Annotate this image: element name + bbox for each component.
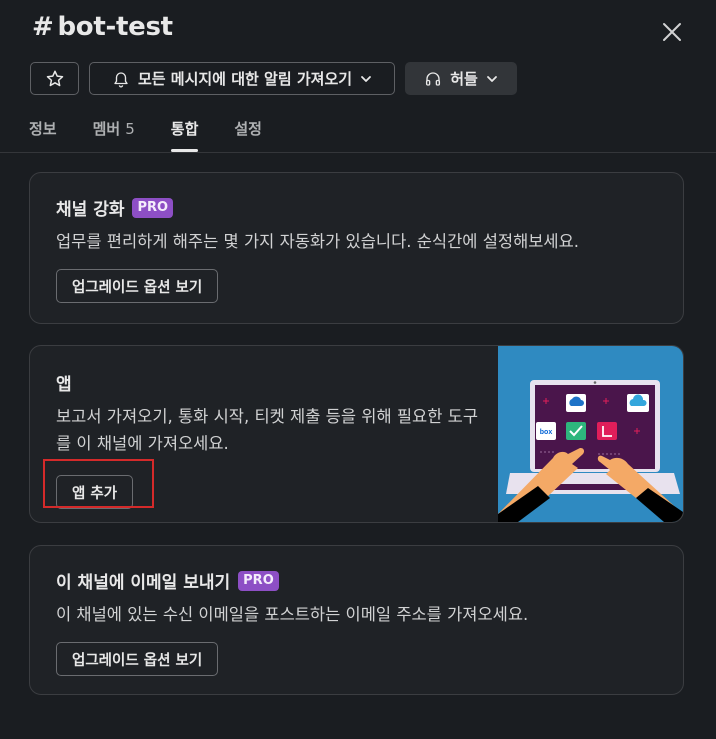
- channel-tabs: 정보 멤버 5 통합 설정: [29, 118, 298, 152]
- add-app-button[interactable]: 앱 추가: [56, 475, 134, 509]
- channel-header: # bot-test 모든 메시지에 대한 알림 가져오기 허들 정보 멤버 5…: [0, 0, 716, 153]
- email-title: 이 채널에 이메일 보내기: [56, 573, 231, 593]
- apps-description: 보고서 가져오기, 통화 시작, 티켓 제출 등을 위해 필요한 도구를 이 채…: [56, 407, 479, 453]
- tab-members-label: 멤버: [92, 120, 121, 138]
- tab-members[interactable]: 멤버 5: [93, 118, 135, 152]
- box-logo-text: box: [540, 429, 553, 436]
- card-title: 채널 강화 PRO: [56, 195, 683, 220]
- enhance-description: 업무를 편리하게 해주는 몇 가지 자동화가 있습니다. 순식간에 설정해보세요…: [56, 232, 580, 251]
- channel-enhance-card: 채널 강화 PRO 업무를 편리하게 해주는 몇 가지 자동화가 있습니다. 순…: [29, 172, 684, 324]
- tab-integrations[interactable]: 통합: [170, 118, 199, 152]
- apps-illustration: box: [498, 346, 683, 522]
- pro-badge: PRO: [238, 570, 279, 591]
- email-description: 이 채널에 있는 수신 이메일을 포스트하는 이메일 주소를 가져오세요.: [56, 605, 529, 624]
- hash-icon: #: [32, 12, 54, 42]
- view-upgrade-options-button[interactable]: 업그레이드 옵션 보기: [56, 642, 219, 676]
- card-title: 이 채널에 이메일 보내기 PRO: [56, 568, 683, 593]
- notification-button[interactable]: 모든 메시지에 대한 알림 가져오기: [89, 62, 395, 95]
- huddle-label: 허들: [450, 70, 478, 88]
- huddle-button[interactable]: 허들: [405, 62, 517, 95]
- enhance-title: 채널 강화: [56, 200, 125, 220]
- close-button[interactable]: [658, 18, 686, 46]
- view-upgrade-options-button[interactable]: 업그레이드 옵션 보기: [56, 269, 219, 303]
- headphones-icon: [426, 71, 441, 86]
- apps-card: 앱 보고서 가져오기, 통화 시작, 티켓 제출 등을 위해 필요한 도구를 이…: [29, 345, 684, 523]
- star-icon: [46, 70, 63, 86]
- chevron-down-icon: [361, 75, 371, 82]
- tab-about[interactable]: 정보: [29, 118, 57, 152]
- channel-name: bot-test: [57, 12, 174, 42]
- member-count: 5: [125, 120, 135, 138]
- bell-icon: [114, 71, 128, 87]
- notification-label: 모든 메시지에 대한 알림 가져오기: [137, 70, 353, 88]
- tab-settings[interactable]: 설정: [234, 118, 262, 152]
- apps-title: 앱: [56, 375, 72, 395]
- email-card: 이 채널에 이메일 보내기 PRO 이 채널에 있는 수신 이메일을 포스트하는…: [29, 545, 684, 695]
- close-icon: [663, 23, 681, 41]
- tab-about-label: 정보: [29, 120, 57, 138]
- tab-integrations-label: 통합: [170, 120, 199, 138]
- channel-toolbar: 모든 메시지에 대한 알림 가져오기 허들: [30, 62, 517, 95]
- chevron-down-icon: [486, 75, 497, 82]
- pro-badge: PRO: [132, 197, 174, 218]
- tab-settings-label: 설정: [234, 120, 262, 138]
- channel-title: # bot-test: [32, 12, 173, 42]
- star-button[interactable]: [30, 62, 79, 95]
